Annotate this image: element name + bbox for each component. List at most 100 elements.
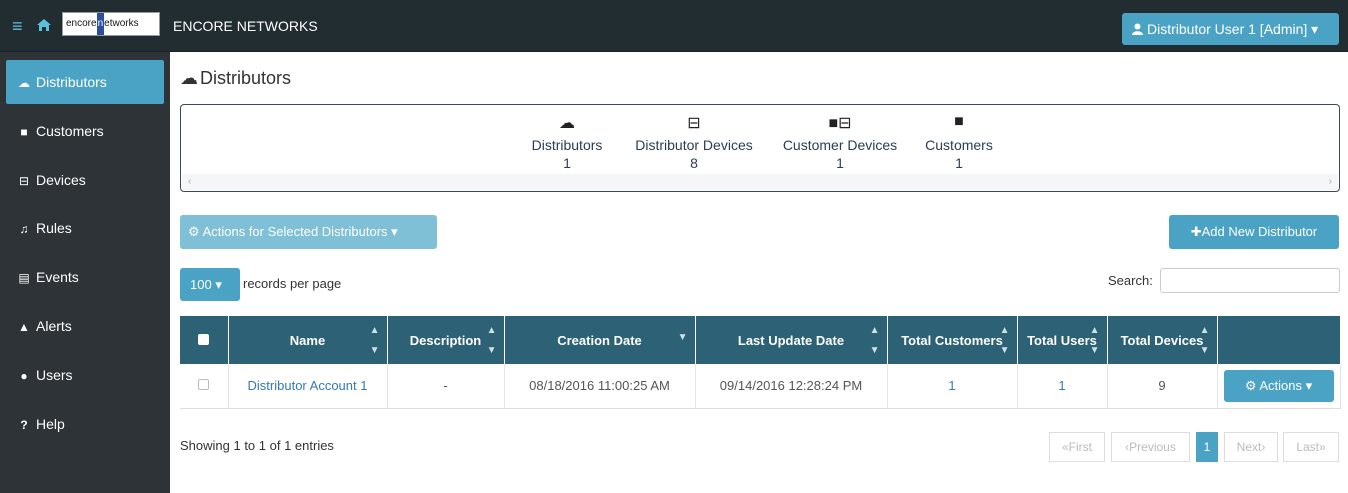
description-cell: - [387, 364, 505, 409]
column-header-name[interactable]: Name ▲ ▼ [228, 316, 388, 364]
main-content: ☁ Distributors ☁ Distributors 1 ⊟ Distrib… [170, 52, 1348, 493]
records-per-page-select[interactable]: 100 ▾ [180, 268, 240, 301]
search-label: Search: [1108, 273, 1153, 288]
column-header-total-devices[interactable]: Total Devices ▲ ▼ [1107, 316, 1218, 364]
table-row: Distributor Account 1 - 08/18/2016 11:00… [180, 364, 1341, 409]
sidebar-item-label: Distributors [36, 74, 107, 90]
stat-value: 1 [836, 155, 844, 171]
last-update-cell: 09/14/2016 12:28:24 PM [695, 364, 888, 409]
actions-selected-button[interactable]: ⚙ Actions for Selected Distributors ▾ [180, 215, 437, 249]
hdd-icon: ⊟ [18, 174, 30, 188]
sort-icon: ▲ ▼ [486, 325, 497, 356]
bell-icon: ♫ [19, 222, 29, 236]
stat-distributors[interactable]: ☁ Distributors 1 [527, 113, 607, 171]
search-input[interactable] [1160, 268, 1340, 293]
column-header-total-customers[interactable]: Total Customers ▲ ▼ [887, 316, 1018, 364]
distributor-name-link[interactable]: Distributor Account 1 [228, 364, 388, 409]
sort-icon: ▲ ▼ [999, 325, 1010, 356]
sidebar-item-label: Help [36, 416, 65, 432]
sidebar-item-label: Rules [36, 220, 72, 236]
total-customers-link[interactable]: 1 [887, 364, 1018, 409]
pager-previous[interactable]: ‹Previous [1111, 432, 1190, 462]
stat-label: Customers [925, 137, 993, 153]
gears-icon: ⚙ [188, 224, 200, 239]
stat-value: 1 [563, 155, 571, 171]
sidebar-item-label: Users [36, 367, 73, 383]
stat-value: 8 [690, 155, 698, 171]
sidebar-item-devices[interactable]: ⊟ Devices [6, 158, 164, 202]
row-actions-button[interactable]: ⚙ Actions ▾ [1223, 369, 1334, 402]
pager-first[interactable]: «First [1049, 432, 1105, 462]
sidebar-item-users[interactable]: ● Users [6, 353, 164, 397]
sidebar-item-customers[interactable]: ■ Customers [6, 109, 164, 153]
column-header-total-users[interactable]: Total Users ▲ ▼ [1017, 316, 1108, 364]
add-distributor-button[interactable]: ✚Add New Distributor [1169, 215, 1339, 249]
hdd-icon: ⊟ [687, 115, 701, 132]
select-all-checkbox[interactable] [198, 334, 210, 345]
column-header-last-update[interactable]: Last Update Date ▲ ▼ [695, 316, 888, 364]
caret-icon: ▾ [1305, 377, 1313, 393]
cloud-icon: ☁ [18, 76, 30, 90]
sidebar-item-events[interactable]: ▤ Events [6, 255, 164, 299]
column-header-description[interactable]: Description ▲ ▼ [387, 316, 505, 364]
sort-icon: ▲ ▼ [869, 325, 880, 356]
scroll-right-icon[interactable]: › [1329, 176, 1332, 187]
stat-customers[interactable]: ■ Customers 1 [919, 113, 999, 171]
caret-icon: ▾ [391, 224, 398, 239]
stat-customer-devices[interactable]: ■⊟ Customer Devices 1 [778, 113, 902, 171]
gear-icon: ⚙ [1244, 377, 1257, 393]
encore-logo[interactable]: encorenetworks [62, 12, 160, 36]
row-actions-cell: ⚙ Actions ▾ [1217, 364, 1341, 409]
stats-panel: ☁ Distributors 1 ⊟ Distributor Devices 8… [180, 104, 1340, 192]
row-select-cell [180, 364, 229, 409]
sort-icon: ▲ ▼ [369, 325, 380, 356]
sidebar-item-label: Events [36, 269, 79, 285]
cloud-icon: ☁ [180, 68, 198, 88]
column-header-creation-date[interactable]: Creation Date ▼ [504, 316, 696, 364]
select-all-header[interactable] [180, 316, 229, 364]
document-icon: ▤ [18, 271, 30, 285]
stat-label: Distributor Devices [635, 137, 753, 153]
total-users-link[interactable]: 1 [1017, 364, 1108, 409]
user-menu-label: Distributor User 1 [Admin] [1147, 21, 1308, 37]
sidebar-item-label: Devices [36, 172, 86, 188]
table-header-row: Name ▲ ▼ Description ▲ ▼ Creation Date ▼ Last… [180, 316, 1341, 364]
sidebar-item-distributors[interactable]: ☁ Distributors [6, 60, 164, 104]
sidebar: ☁ Distributors ■ Customers ⊟ Devices ♫ Rules… [0, 52, 170, 493]
sidebar-item-help[interactable]: ? Help [6, 402, 164, 446]
column-header-actions [1217, 316, 1341, 364]
user-icon [1132, 23, 1143, 35]
pager-current-page[interactable]: 1 [1196, 432, 1218, 462]
sidebar-item-alerts[interactable]: ▲ Alerts [6, 304, 164, 348]
chevron-down-icon: ▾ [1311, 21, 1319, 37]
total-devices-cell: 9 [1107, 364, 1218, 409]
plus-icon: ✚ [1190, 224, 1202, 239]
stat-distributor-devices[interactable]: ⊟ Distributor Devices 8 [628, 113, 760, 171]
row-checkbox[interactable] [198, 379, 210, 391]
question-icon: ? [20, 418, 28, 432]
hamburger-icon[interactable]: ≡ [12, 17, 23, 35]
stat-value: 1 [955, 155, 963, 171]
scroll-left-icon[interactable]: ‹ [188, 176, 191, 187]
home-icon[interactable] [36, 17, 52, 33]
sort-icon: ▲ ▼ [1089, 325, 1100, 356]
caret-icon: ▾ [215, 277, 222, 292]
sort-icon: ▲ ▼ [1199, 325, 1210, 356]
stat-label: Distributors [531, 137, 603, 153]
creation-date-cell: 08/18/2016 11:00:25 AM [504, 364, 696, 409]
horizontal-scrollbar[interactable]: ‹ › [182, 174, 1338, 190]
pager-next[interactable]: Next› [1224, 432, 1278, 462]
sidebar-item-rules[interactable]: ♫ Rules [6, 206, 164, 250]
sort-desc-icon: ▼ [677, 332, 688, 343]
cloud-icon: ☁ [559, 115, 575, 132]
brand-name: ENCORE NETWORKS [173, 18, 318, 34]
stat-label: Customer Devices [782, 137, 898, 153]
pager-last[interactable]: Last» [1283, 432, 1339, 462]
sidebar-item-label: Customers [36, 123, 104, 139]
top-navbar: ≡ encorenetworks ENCORE NETWORKS Distrib… [0, 0, 1348, 52]
warning-icon: ▲ [18, 320, 30, 334]
showing-entries-text: Showing 1 to 1 of 1 entries [180, 438, 334, 453]
briefcase-hdd-icon: ■⊟ [828, 115, 852, 132]
user-menu-button[interactable]: Distributor User 1 [Admin] ▾ [1122, 13, 1339, 45]
sidebar-item-label: Alerts [36, 318, 72, 334]
